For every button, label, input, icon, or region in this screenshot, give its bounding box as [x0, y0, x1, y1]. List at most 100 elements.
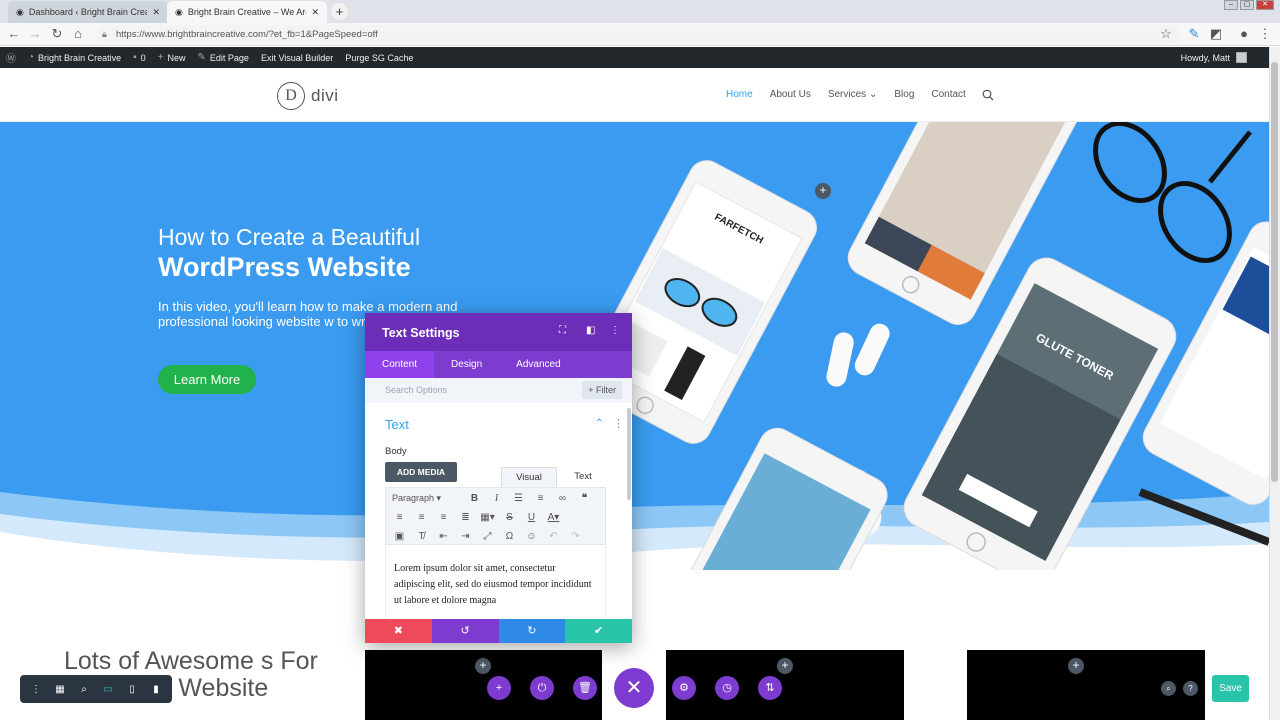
text-color-icon[interactable]: A▾ — [546, 512, 561, 523]
fullscreen-icon[interactable]: ⤢ — [480, 531, 495, 542]
forward-icon[interactable]: → — [27, 26, 43, 41]
gear-icon[interactable]: ⚙ — [672, 676, 696, 700]
desktop-icon[interactable]: ▭ — [99, 684, 117, 695]
editor-content[interactable]: Lorem ipsum dolor sit amet, consectetur … — [385, 545, 606, 620]
undo-icon[interactable]: ↶ — [546, 531, 561, 542]
new-tab-button[interactable]: + — [331, 3, 348, 20]
menu-item-home[interactable]: Home — [726, 89, 753, 100]
link-icon[interactable]: ∞ — [555, 493, 570, 504]
close-builder-button[interactable]: ✕ — [614, 668, 654, 708]
site-name-link[interactable]: ◔ Bright Brain Creative — [22, 47, 127, 68]
power-icon[interactable]: ⏻ — [530, 676, 554, 700]
chevron-up-icon[interactable]: ⌃ — [595, 418, 603, 429]
wp-logo[interactable]: Ⓦ — [0, 47, 22, 68]
sort-icon[interactable]: ⇅ — [758, 676, 782, 700]
site-logo[interactable]: D divi — [277, 82, 339, 110]
tab-content[interactable]: Content — [365, 351, 435, 378]
add-module-button[interactable]: + — [1068, 658, 1084, 674]
scrollbar-thumb[interactable] — [1271, 62, 1278, 482]
trash-icon[interactable]: 🗑︎ — [573, 676, 597, 700]
add-icon[interactable]: + — [487, 676, 511, 700]
tab-dashboard[interactable]: ◉ Dashboard ‹ Bright Brain Creative ✕ — [8, 1, 168, 23]
sidebar-icon[interactable]: ◧ — [586, 325, 595, 336]
home-icon[interactable]: ⌂ — [70, 26, 86, 41]
more-icon[interactable]: ⋮ — [610, 325, 620, 336]
undo-button[interactable]: ↺ — [431, 619, 499, 643]
url-field[interactable]: 🔒︎ https://www.brightbraincreative.com/?… — [96, 25, 1180, 44]
close-icon[interactable]: ✕ — [311, 7, 319, 18]
confirm-button[interactable]: ✔ — [565, 619, 632, 643]
add-module-button[interactable]: + — [475, 658, 491, 674]
underline-icon[interactable]: U — [524, 512, 539, 523]
justify-icon[interactable]: ≣ — [458, 512, 473, 523]
paste-icon[interactable]: ▣ — [392, 531, 407, 542]
indent-icon[interactable]: ⇤ — [436, 531, 451, 542]
more-icon[interactable]: ⋮ — [27, 684, 45, 695]
help-icon[interactable]: ? — [1183, 681, 1198, 696]
wireframe-icon[interactable]: ▦ — [51, 684, 69, 695]
italic-icon[interactable]: I — [489, 493, 504, 504]
emoji-icon[interactable]: ☺ — [524, 531, 539, 542]
close-icon[interactable]: ✕ — [152, 7, 160, 18]
back-icon[interactable]: ← — [6, 26, 22, 41]
text-group-title[interactable]: Text — [385, 417, 409, 432]
extension-icon[interactable]: ✎ — [1186, 26, 1202, 42]
format-select[interactable]: Paragraph ▾ — [392, 493, 460, 504]
purge-cache-link[interactable]: Purge SG Cache — [339, 47, 419, 68]
menu-icon[interactable]: ⋮ — [1257, 26, 1273, 42]
blockquote-icon[interactable]: ❝ — [577, 493, 592, 504]
tab-bright-brain[interactable]: ◉ Bright Brain Creative – We Are Br ✕ — [167, 1, 327, 23]
outdent-icon[interactable]: ⇥ — [458, 531, 473, 542]
new-link[interactable]: + New — [152, 47, 192, 68]
filter-button[interactable]: + Filter — [582, 381, 622, 399]
save-button[interactable]: Save — [1212, 675, 1249, 702]
add-module-button[interactable]: + — [777, 658, 793, 674]
text-tab[interactable]: Text — [560, 467, 606, 487]
bold-icon[interactable]: B — [467, 493, 482, 504]
search-icon[interactable] — [982, 89, 994, 101]
tab-design[interactable]: Design — [434, 351, 499, 378]
comments-link[interactable]: ▪ 0 — [127, 47, 152, 68]
star-icon[interactable]: ☆ — [1158, 26, 1174, 42]
visual-tab[interactable]: Visual — [501, 467, 557, 487]
align-center-icon[interactable]: ≡ — [414, 512, 429, 523]
modal-header[interactable]: Text Settings ⛶ ◧ ⋮ — [365, 313, 632, 351]
bullet-list-icon[interactable]: ☰ — [511, 493, 526, 504]
minimize-button[interactable]: – — [1224, 0, 1238, 10]
menu-item-about[interactable]: About Us — [770, 89, 811, 100]
tablet-icon[interactable]: ▯ — [123, 684, 141, 695]
table-icon[interactable]: ▦▾ — [480, 512, 495, 523]
numbered-list-icon[interactable]: ≡ — [533, 493, 548, 504]
clear-format-icon[interactable]: T̸ — [414, 531, 429, 542]
history-icon[interactable]: ◷ — [715, 676, 739, 700]
reload-icon[interactable]: ↻ — [49, 26, 65, 42]
maximize-button[interactable]: ▢ — [1240, 0, 1254, 10]
align-left-icon[interactable]: ≡ — [392, 512, 407, 523]
modal-scrollbar[interactable] — [627, 408, 631, 500]
strikethrough-icon[interactable]: S — [502, 512, 517, 523]
add-module-button[interactable]: + — [815, 183, 831, 199]
menu-item-contact[interactable]: Contact — [931, 89, 965, 100]
redo-button[interactable]: ↻ — [498, 619, 566, 643]
discard-button[interactable]: ✖ — [365, 619, 432, 643]
special-char-icon[interactable]: Ω — [502, 531, 517, 542]
howdy-account[interactable]: Howdy, Matt — [1175, 47, 1269, 68]
extension-icon-2[interactable]: ◩ — [1208, 26, 1224, 42]
tab-advanced[interactable]: Advanced — [499, 351, 577, 378]
add-media-button[interactable]: ADD MEDIA — [385, 462, 457, 482]
more-icon[interactable]: ⋮ — [613, 417, 624, 430]
menu-item-blog[interactable]: Blog — [894, 89, 914, 100]
zoom-icon[interactable]: ⌕ — [75, 684, 93, 695]
search-options-input[interactable]: Search Options + Filter — [365, 378, 632, 403]
search-icon[interactable]: ⌕ — [1161, 681, 1176, 696]
expand-icon[interactable]: ⛶ — [559, 325, 566, 336]
exit-builder-link[interactable]: Exit Visual Builder — [255, 47, 339, 68]
align-right-icon[interactable]: ≡ — [436, 512, 451, 523]
learn-more-button[interactable]: Learn More — [158, 365, 256, 394]
close-window-button[interactable]: ✕ — [1256, 0, 1274, 10]
phone-icon[interactable]: ▮ — [147, 684, 165, 695]
redo-icon[interactable]: ↷ — [568, 531, 583, 542]
profile-icon[interactable]: ● — [1236, 26, 1252, 41]
edit-page-link[interactable]: ✎ Edit Page — [192, 47, 255, 68]
menu-item-services[interactable]: Services ⌄ — [828, 89, 878, 100]
